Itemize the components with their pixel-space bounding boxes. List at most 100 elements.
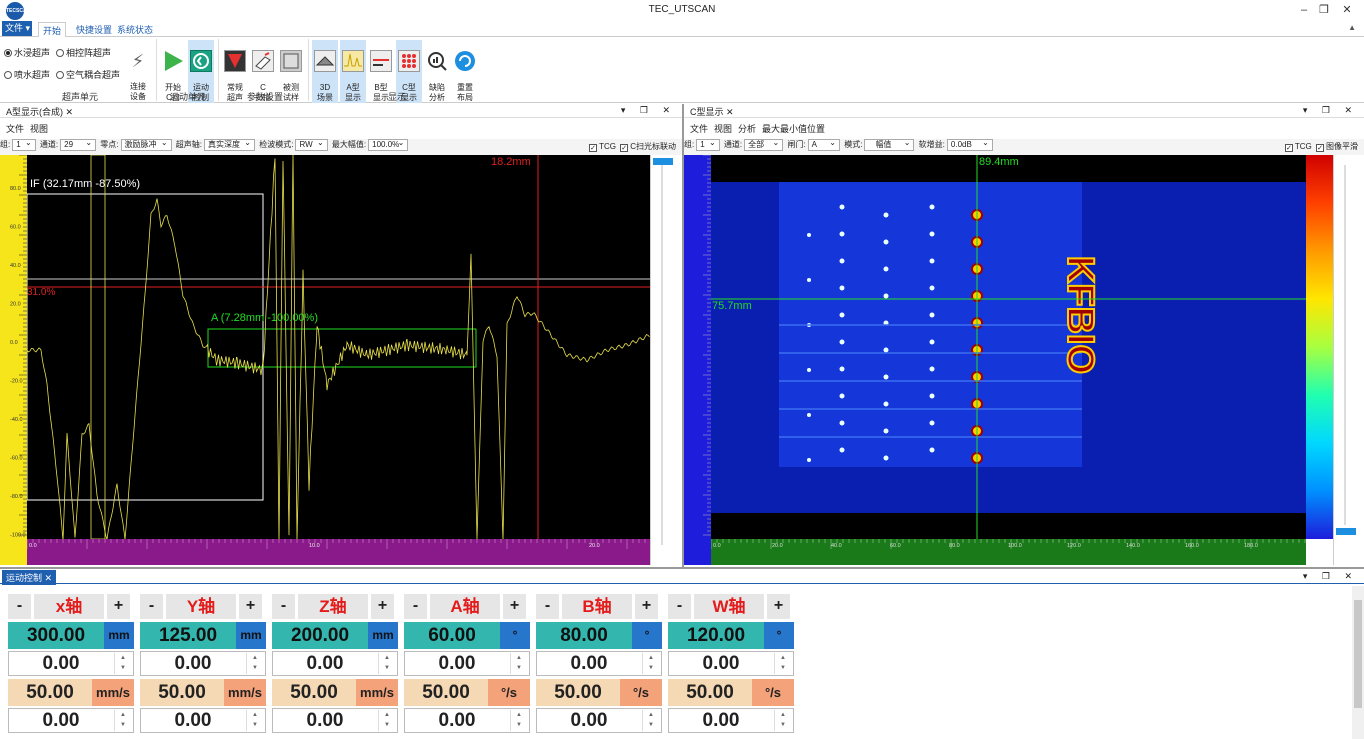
menu-file[interactable]: 文件	[690, 124, 708, 134]
close-tab-icon[interactable]: ✕	[45, 573, 53, 583]
scrollbar-thumb[interactable]	[1354, 600, 1362, 708]
link-checkbox[interactable]: ✓	[620, 144, 629, 152]
spin-buttons[interactable]: ▲ ▼	[642, 653, 659, 674]
spin-buttons[interactable]: ▲ ▼	[774, 710, 791, 731]
axis-plus-button[interactable]: +	[239, 594, 262, 619]
mode-select[interactable]: 幅值	[864, 138, 915, 151]
axis-step-input[interactable]: 0.00 ▲ ▼	[536, 708, 662, 733]
collapse-ribbon-icon[interactable]: ▲	[1348, 23, 1356, 32]
level-indicator[interactable]	[653, 158, 673, 165]
close-tab-icon[interactable]: ✕	[66, 107, 74, 117]
level-indicator[interactable]	[1336, 528, 1356, 535]
close-tab-icon[interactable]: ✕	[726, 107, 734, 117]
channel-select[interactable]: 全部	[744, 138, 784, 151]
radio-phased-array[interactable]: 相控阵超声	[56, 46, 111, 59]
flaw-dot	[807, 368, 811, 372]
spin-buttons[interactable]: ▲ ▼	[378, 653, 395, 674]
zero-select[interactable]: 激励脉冲	[120, 138, 172, 151]
max-amplitude-input[interactable]: 100.0%	[368, 138, 409, 151]
axis-minus-button[interactable]: -	[140, 594, 163, 619]
radio-air-coupled[interactable]: 空气耦合超声	[56, 68, 120, 81]
a-gate-box[interactable]	[207, 328, 477, 368]
if-gate-box[interactable]	[26, 193, 264, 501]
c-scan-image[interactable]: KFBIO 89.4mm 75.7mm	[711, 155, 1306, 539]
axis-step-input[interactable]: 0.00 ▲ ▼	[272, 708, 398, 733]
axis-step-input[interactable]: 0.00 ▲ ▼	[404, 708, 530, 733]
tab-motion-control[interactable]: 运动控制 ✕	[2, 570, 57, 585]
tab-a-display[interactable]: A型显示(合成) ✕	[2, 104, 77, 119]
a-scan-waveform[interactable]	[26, 153, 650, 545]
panel-controls[interactable]: ▾ ❐ ✕	[1303, 571, 1358, 582]
close-icon[interactable]: ✕	[1337, 2, 1357, 18]
axis-name: W轴	[694, 594, 764, 619]
axis-minus-button[interactable]: -	[536, 594, 559, 619]
axis-position-unit: °	[500, 622, 530, 649]
axis-plus-button[interactable]: +	[371, 594, 394, 619]
menu-view[interactable]: 视图	[714, 124, 732, 134]
axis-minus-button[interactable]: -	[404, 594, 427, 619]
gain-input[interactable]: 0.0dB	[946, 138, 993, 151]
spin-buttons[interactable]: ▲ ▼	[378, 710, 395, 731]
c-scan-map[interactable]: KFBIO	[711, 155, 1306, 539]
x-tick-label: 0.0	[713, 543, 721, 549]
motion-scrollbar[interactable]	[1352, 586, 1364, 739]
axis-plus-button[interactable]: +	[503, 594, 526, 619]
radio-label: 相控阵超声	[66, 48, 112, 58]
axis-target-input[interactable]: 0.00 ▲ ▼	[8, 651, 134, 676]
menu-analysis[interactable]: 分析	[738, 124, 756, 134]
spin-buttons[interactable]: ▲ ▼	[246, 710, 263, 731]
spin-buttons[interactable]: ▲ ▼	[642, 710, 659, 731]
axis-minus-button[interactable]: -	[668, 594, 691, 619]
detect-select[interactable]: RW	[295, 138, 328, 151]
spin-buttons[interactable]: ▲ ▼	[774, 653, 791, 674]
axis-plus-button[interactable]: +	[767, 594, 790, 619]
axis-minus-button[interactable]: -	[8, 594, 31, 619]
axis-plus-button[interactable]: +	[635, 594, 658, 619]
radio-water-jet[interactable]: 喷水超声	[4, 68, 50, 81]
axis-target-input[interactable]: 0.00 ▲ ▼	[536, 651, 662, 676]
tab-c-display[interactable]: C型显示 ✕	[686, 104, 738, 119]
panel-controls[interactable]: ▾ ❐ ✕	[621, 105, 676, 116]
tcg-checkbox[interactable]: ✓	[1284, 144, 1293, 152]
axis-minus-button[interactable]: -	[272, 594, 295, 619]
channel-select[interactable]: 29	[60, 138, 97, 151]
smooth-checkbox[interactable]: ✓	[1316, 144, 1324, 152]
spin-buttons[interactable]: ▲ ▼	[246, 653, 263, 674]
menu-file[interactable]: 文件	[6, 124, 24, 134]
tcg-checkbox[interactable]: ✓	[589, 144, 598, 152]
restore-icon[interactable]: ❐	[1314, 2, 1334, 18]
axis-step-input[interactable]: 0.00 ▲ ▼	[668, 708, 794, 733]
menu-view[interactable]: 视图	[30, 124, 48, 134]
flaw-dot	[929, 231, 935, 237]
spin-buttons[interactable]: ▲ ▼	[114, 710, 131, 731]
axis-position-unit: mm	[368, 622, 398, 649]
panel-controls[interactable]: ▾ ❐ ✕	[1303, 105, 1358, 116]
group-select[interactable]: 1	[12, 138, 36, 151]
axis-select[interactable]: 真实深度	[204, 138, 255, 151]
gate-select[interactable]: A	[807, 138, 840, 151]
radio-immersion[interactable]: 水浸超声	[4, 46, 50, 59]
c-panel-menu: 文件 视图 分析 最大最小值位置	[684, 122, 1364, 135]
spin-buttons[interactable]: ▲ ▼	[114, 653, 131, 674]
axis-plus-button[interactable]: +	[107, 594, 130, 619]
tab-quick-settings[interactable]: 快捷设置	[72, 22, 116, 37]
menu-max-min[interactable]: 最大最小值位置	[762, 124, 825, 134]
tab-system-status[interactable]: 系统状态	[113, 22, 157, 37]
tab-start[interactable]: 开始	[38, 22, 67, 38]
axis-step-input[interactable]: 0.00 ▲ ▼	[8, 708, 134, 733]
connect-device-button[interactable]: ⚡ 连接 设备	[125, 40, 151, 102]
spin-buttons[interactable]: ▲ ▼	[510, 710, 527, 731]
axis-target-input[interactable]: 0.00 ▲ ▼	[404, 651, 530, 676]
axis-target-input[interactable]: 0.00 ▲ ▼	[272, 651, 398, 676]
a-scan-plot[interactable]: IF (32.17mm -87.50%) A (7.28mm -100.00%)…	[26, 153, 650, 545]
axis-target-input[interactable]: 0.00 ▲ ▼	[668, 651, 794, 676]
panel-splitter[interactable]	[0, 567, 1364, 569]
y-tick-label: -40.0	[10, 417, 23, 423]
group-select[interactable]: 1	[696, 138, 720, 151]
minimize-icon[interactable]: –	[1294, 2, 1314, 18]
waveform-trace	[26, 153, 650, 545]
spin-buttons[interactable]: ▲ ▼	[510, 653, 527, 674]
axis-step-input[interactable]: 0.00 ▲ ▼	[140, 708, 266, 733]
axis-target-input[interactable]: 0.00 ▲ ▼	[140, 651, 266, 676]
file-menu-button[interactable]: 文件 ▾	[2, 21, 32, 36]
